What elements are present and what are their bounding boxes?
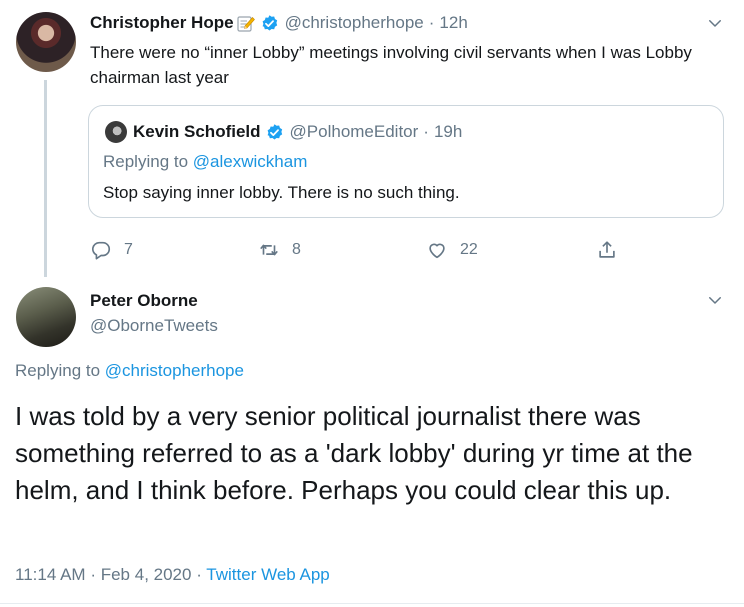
quoted-replying-to: Replying to @alexwickham (103, 152, 307, 172)
avatar-kevin-schofield (105, 121, 127, 143)
more-options-chevron-icon[interactable] (706, 14, 724, 37)
tweet-text: There were no “inner Lobby” meetings inv… (90, 43, 692, 87)
replying-to-mention[interactable]: @christopherhope (105, 361, 244, 380)
reply-button[interactable]: 7 (90, 236, 133, 264)
quoted-tweet-text: Stop saying inner lobby. There is no suc… (103, 183, 460, 202)
tweet-time[interactable]: 11:14 AM (15, 565, 86, 584)
divider (0, 603, 744, 604)
heart-icon (429, 243, 445, 259)
tweet-source[interactable]: Twitter Web App (206, 565, 329, 584)
thread-line (44, 80, 47, 277)
avatar-christopher-hope[interactable] (16, 12, 76, 72)
share-button[interactable] (596, 236, 618, 264)
like-count: 22 (460, 241, 478, 258)
reply-icon (91, 241, 111, 260)
retweet-button[interactable]: 8 (258, 236, 301, 264)
more-options-chevron-icon[interactable] (706, 291, 724, 314)
share-icon (599, 241, 615, 258)
avatar-peter-oborne[interactable] (16, 287, 76, 347)
verified-badge-icon (260, 14, 279, 33)
separator-dot: · (423, 122, 429, 141)
retweet-icon (260, 244, 278, 256)
handle[interactable]: @OborneTweets (90, 316, 218, 336)
quoted-tweet-header: Kevin Schofield @PolhomeEditor · 19h (133, 119, 462, 145)
quoted-handle: @PolhomeEditor (289, 122, 419, 141)
display-name[interactable]: Peter Oborne (90, 291, 198, 311)
separator-dot: · (196, 565, 202, 584)
display-name[interactable]: Christopher Hope (90, 13, 234, 33)
quoted-tweet[interactable]: Kevin Schofield @PolhomeEditor · 19h Rep… (88, 105, 724, 218)
quoted-display-name: Kevin Schofield (133, 122, 261, 141)
like-button[interactable]: 22 (426, 236, 478, 264)
replying-to-mention[interactable]: @alexwickham (193, 152, 308, 171)
separator-dot: · (428, 13, 435, 32)
handle[interactable]: @christopherhope (285, 13, 424, 33)
tweet-metadata: 11:14 AM · Feb 4, 2020 · Twitter Web App (15, 565, 330, 585)
top-tweet-header: Christopher Hope @christopherhope · 12h (90, 10, 468, 36)
replying-prefix: Replying to (15, 361, 105, 380)
reply-count: 7 (124, 241, 133, 258)
replying-prefix: Replying to (103, 152, 193, 171)
quoted-timestamp: 19h (433, 122, 463, 141)
verified-badge-icon (265, 123, 284, 142)
timestamp[interactable]: 12h (439, 13, 467, 33)
memo-icon (236, 13, 256, 33)
replying-to: Replying to @christopherhope (15, 361, 244, 381)
tweet-date[interactable]: Feb 4, 2020 (101, 565, 192, 584)
tweet-text: I was told by a very senior political jo… (15, 401, 693, 505)
retweet-count: 8 (292, 241, 301, 258)
separator-dot: · (90, 565, 96, 584)
